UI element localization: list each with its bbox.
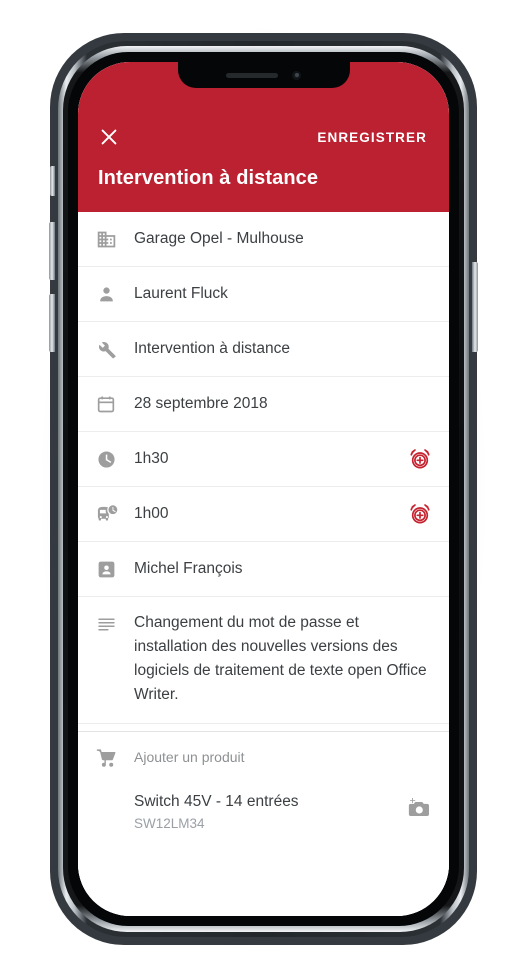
front-camera-icon <box>292 70 301 80</box>
bus-clock-icon <box>96 503 130 526</box>
cart-icon <box>96 747 130 769</box>
page-title: Intervention à distance <box>98 167 319 189</box>
speaker-grille-icon <box>226 72 278 78</box>
list-item-label: 28 septembre 2018 <box>134 394 268 412</box>
close-icon[interactable] <box>98 126 120 148</box>
list-item-technician[interactable]: Michel François <box>78 542 449 597</box>
list-item-duration[interactable]: 1h30 <box>78 432 449 487</box>
product-info: Switch 45V - 14 entrées SW12LM34 <box>130 792 405 834</box>
product-reference: SW12LM34 <box>134 816 205 832</box>
list-item-intervention-type[interactable]: Intervention à distance <box>78 322 449 377</box>
list-item-label: Michel François <box>134 559 243 577</box>
volume-up-button[interactable] <box>49 222 55 280</box>
app-bar-actions: ENREGISTRER <box>78 120 449 154</box>
list-item-product[interactable]: Switch 45V - 14 entrées SW12LM34 <box>78 784 449 843</box>
volume-down-button[interactable] <box>49 294 55 352</box>
list-item-label: 1h00 <box>134 504 169 522</box>
clock-icon <box>96 449 130 470</box>
add-alarm-icon[interactable] <box>407 501 433 527</box>
save-button[interactable]: ENREGISTRER <box>315 126 429 149</box>
detail-list: Garage Opel - Mulhouse Laurent Fluck Int… <box>78 212 449 916</box>
list-item-company[interactable]: Garage Opel - Mulhouse <box>78 212 449 267</box>
add-a-photo-icon[interactable] <box>405 794 433 822</box>
calendar-icon <box>96 394 130 414</box>
section-divider <box>78 724 449 733</box>
list-item-label: Laurent Fluck <box>134 284 228 302</box>
notch <box>177 62 350 88</box>
person-icon <box>96 284 130 305</box>
list-item-label: Garage Opel - Mulhouse <box>134 229 304 247</box>
add-alarm-icon[interactable] <box>407 446 433 472</box>
list-item-label: 1h30 <box>134 449 169 467</box>
silent-switch-button[interactable] <box>50 166 55 196</box>
contact-card-icon <box>96 559 130 580</box>
wrench-icon <box>96 339 130 360</box>
list-item-date[interactable]: 28 septembre 2018 <box>78 377 449 432</box>
phone-screen: ENREGISTRER Intervention à distance Gara… <box>78 62 449 916</box>
list-item-description[interactable]: Changement du mot de passe et installati… <box>78 597 449 725</box>
power-button[interactable] <box>472 262 478 352</box>
add-product-button[interactable]: Ajouter un produit <box>78 732 449 785</box>
list-item-label: Changement du mot de passe et installati… <box>134 614 427 704</box>
app-root: ENREGISTRER Intervention à distance Gara… <box>78 62 449 916</box>
list-item-label: Intervention à distance <box>134 339 290 357</box>
notes-icon <box>96 611 130 635</box>
product-name: Switch 45V - 14 entrées <box>134 793 299 811</box>
add-product-label: Ajouter un produit <box>134 749 245 766</box>
domain-icon <box>96 229 130 250</box>
list-item-contact[interactable]: Laurent Fluck <box>78 267 449 322</box>
list-item-travel-time[interactable]: 1h00 <box>78 487 449 542</box>
